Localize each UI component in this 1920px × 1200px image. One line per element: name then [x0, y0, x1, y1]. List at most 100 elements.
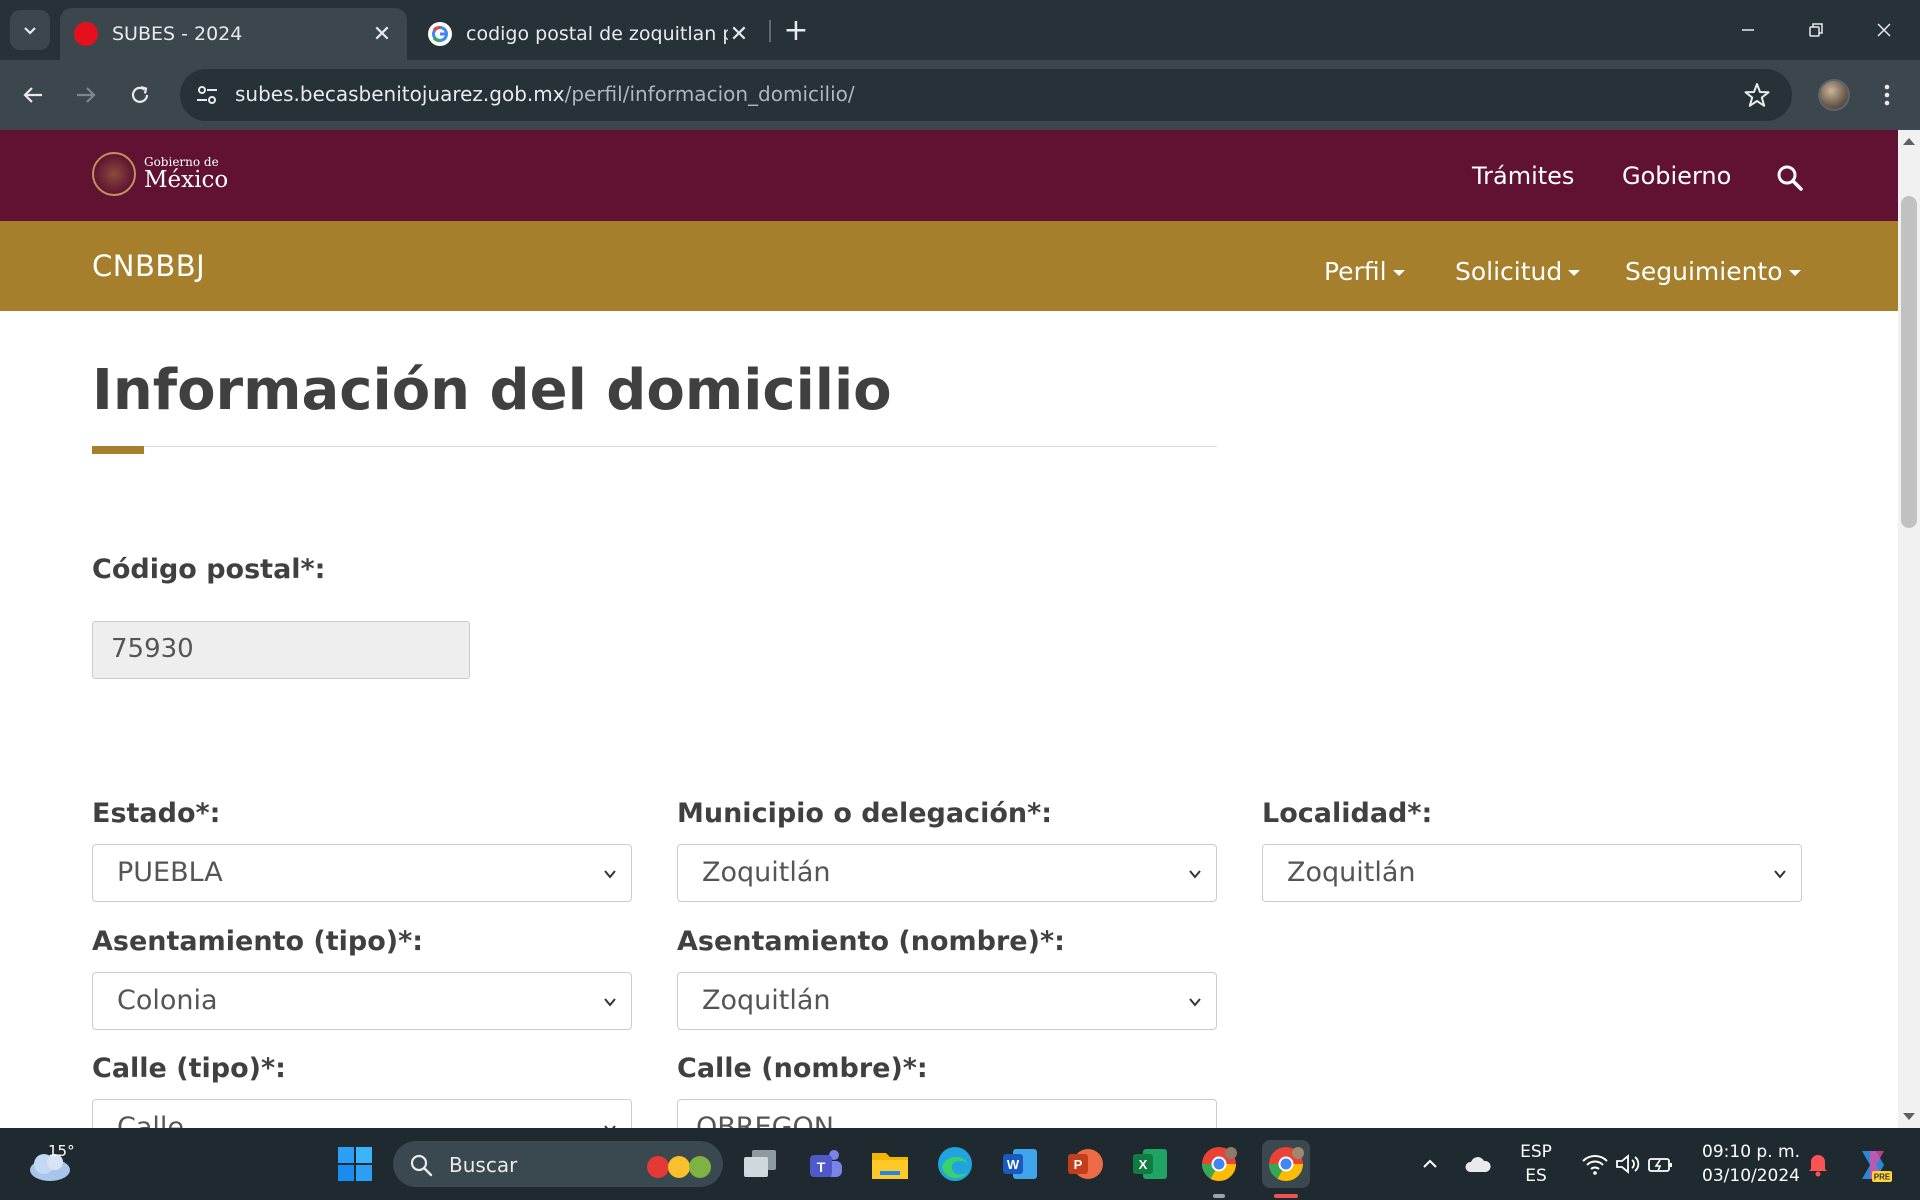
close-tab-icon[interactable]: ✕: [371, 22, 393, 47]
bookmark-star-icon[interactable]: [1742, 80, 1772, 110]
excel-icon: X: [1133, 1149, 1167, 1179]
logo-text: Gobierno de México: [144, 156, 228, 192]
powerpoint-icon: P: [1068, 1149, 1103, 1179]
select-value: Zoquitlán: [702, 985, 831, 1016]
language-top: ESP: [1520, 1142, 1552, 1162]
chevron-up-icon: [1423, 1159, 1437, 1168]
taskbar-search[interactable]: Buscar: [393, 1141, 723, 1187]
new-tab-button[interactable]: +: [780, 12, 812, 48]
scrollbar-thumb[interactable]: [1901, 196, 1917, 528]
task-view-icon: [744, 1150, 776, 1177]
menu-label: Perfil: [1324, 257, 1387, 286]
chevron-down-icon: [604, 998, 616, 1007]
address-bar[interactable]: subes.becasbenitojuarez.gob.mx/perfil/in…: [180, 69, 1792, 121]
teams-app[interactable]: T: [801, 1140, 849, 1188]
postal-code-field: 75930: [92, 621, 470, 679]
calle-nombre-input[interactable]: OBREGON: [677, 1099, 1217, 1128]
onedrive-tray[interactable]: [1454, 1140, 1502, 1188]
select-value: Colonia: [117, 985, 218, 1016]
caret-down-icon: [1392, 270, 1405, 276]
language-indicator[interactable]: ESP ES: [1510, 1140, 1562, 1188]
asentamiento-tipo-select[interactable]: Colonia: [92, 972, 632, 1030]
word-app[interactable]: W: [996, 1140, 1044, 1188]
calle-tipo-select[interactable]: Calle: [92, 1099, 632, 1128]
folder-icon: [872, 1153, 908, 1179]
powerpoint-app[interactable]: P: [1061, 1140, 1109, 1188]
chrome-app-profile-2[interactable]: [1262, 1140, 1310, 1188]
nav-link-tramites[interactable]: Trámites: [1472, 162, 1574, 190]
nav-link-gobierno[interactable]: Gobierno: [1622, 162, 1731, 190]
close-icon: [1877, 23, 1891, 37]
restore-button[interactable]: [1792, 10, 1840, 50]
url-path: /perfil/informacion_domicilio/: [564, 82, 855, 106]
close-window-button[interactable]: [1860, 10, 1908, 50]
quick-settings-button[interactable]: [1566, 1140, 1690, 1188]
title-accent-bar: [92, 446, 144, 454]
clock-date: 03/10/2024: [1702, 1166, 1800, 1186]
localidad-select[interactable]: Zoquitlán: [1262, 844, 1802, 902]
select-value: PUEBLA: [117, 857, 223, 888]
site-settings-icon[interactable]: [194, 82, 220, 108]
wifi-icon: [1582, 1155, 1608, 1175]
web-page: Gobierno de México Trámites Gobierno CNB…: [0, 130, 1898, 1128]
municipio-select[interactable]: Zoquitlán: [677, 844, 1217, 902]
page-title: Información del domicilio: [92, 358, 892, 423]
reload-button[interactable]: [119, 74, 161, 116]
word-icon: W: [1003, 1149, 1037, 1179]
close-tab-icon[interactable]: ✕: [728, 22, 750, 47]
estado-select[interactable]: PUEBLA: [92, 844, 632, 902]
back-button[interactable]: [12, 74, 54, 116]
svg-text:X: X: [1139, 1157, 1148, 1172]
scroll-up-icon[interactable]: [1903, 138, 1915, 145]
windows-taskbar: 15° Buscar T W P X ESP ES 09:10 p. m. 03…: [0, 1128, 1920, 1200]
onedrive-cloud-icon: [1465, 1157, 1491, 1172]
excel-app[interactable]: X: [1126, 1140, 1174, 1188]
task-view-button[interactable]: [736, 1140, 784, 1188]
svg-text:T: T: [817, 1159, 826, 1175]
language-bottom: ES: [1525, 1166, 1547, 1186]
tab-separator: [769, 20, 771, 42]
select-value: Zoquitlán: [702, 857, 831, 888]
profile-avatar[interactable]: [1818, 79, 1850, 111]
caret-down-icon: [1568, 270, 1581, 276]
scroll-down-icon[interactable]: [1903, 1113, 1915, 1120]
copilot-button[interactable]: PRE: [1846, 1140, 1900, 1188]
calle-nombre-label: Calle (nombre)*:: [677, 1053, 928, 1084]
minimize-icon: [1742, 29, 1754, 31]
chrome-app-profile-1[interactable]: [1195, 1140, 1243, 1188]
page-scrollbar[interactable]: [1898, 130, 1920, 1128]
tab-subes[interactable]: SUBES - 2024 ✕: [60, 8, 407, 60]
google-favicon-icon: [428, 22, 452, 46]
search-highlight-icon: [647, 1151, 711, 1178]
browser-menu-button[interactable]: [1870, 78, 1904, 112]
asentamiento-nombre-select[interactable]: Zoquitlán: [677, 972, 1217, 1030]
search-icon[interactable]: [1776, 164, 1804, 192]
mexico-seal-icon: [92, 152, 136, 196]
active-indicator: [1274, 1194, 1298, 1198]
start-button[interactable]: [331, 1140, 379, 1188]
url-host: subes.becasbenitojuarez.gob.mx: [235, 82, 565, 106]
title-divider: [92, 446, 1217, 447]
search-icon: [410, 1154, 433, 1177]
tab-search-button[interactable]: [10, 10, 50, 50]
edge-app[interactable]: [931, 1140, 979, 1188]
tab-title: SUBES - 2024: [112, 23, 243, 45]
svg-text:PRE: PRE: [1874, 1173, 1891, 1182]
forward-button[interactable]: [65, 74, 107, 116]
running-indicator: [1213, 1194, 1225, 1198]
weather-temperature: 15°: [48, 1142, 75, 1160]
notifications-button[interactable]: [1796, 1140, 1840, 1188]
show-hidden-icons-button[interactable]: [1406, 1140, 1454, 1188]
menu-solicitud[interactable]: Solicitud: [1455, 257, 1581, 286]
caret-down-icon: [1788, 270, 1801, 276]
program-title[interactable]: CNBBBJ: [92, 249, 205, 283]
menu-perfil[interactable]: Perfil: [1324, 257, 1405, 286]
reload-icon: [131, 85, 149, 103]
asentamiento-tipo-label: Asentamiento (tipo)*:: [92, 926, 424, 957]
clock[interactable]: 09:10 p. m. 03/10/2024: [1690, 1140, 1800, 1188]
minimize-button[interactable]: [1724, 10, 1772, 50]
gobierno-mexico-logo[interactable]: Gobierno de México: [92, 152, 228, 196]
file-explorer-app[interactable]: [866, 1140, 914, 1188]
menu-seguimiento[interactable]: Seguimiento: [1625, 257, 1801, 286]
tab-google-search[interactable]: codigo postal de zoquitlan puebla ✕: [414, 8, 764, 60]
